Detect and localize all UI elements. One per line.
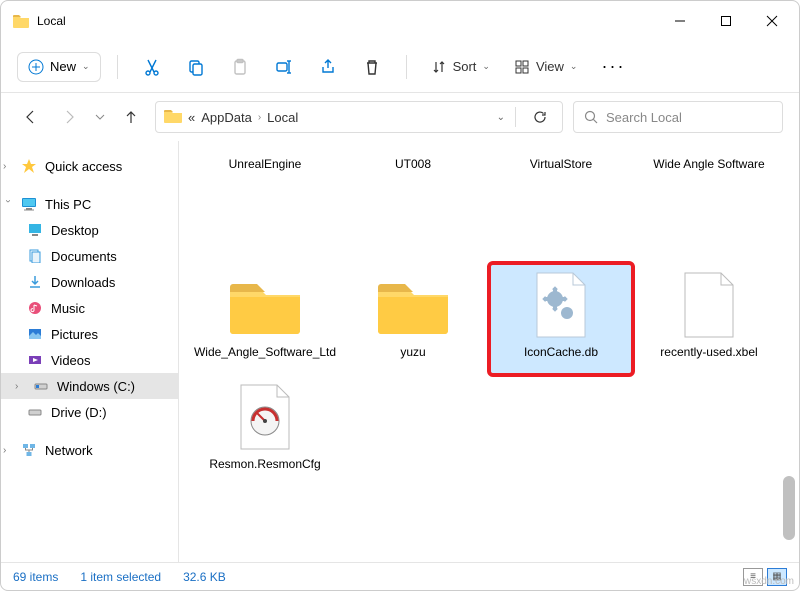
- content-pane[interactable]: UnrealEngine UT008 VirtualStore Wide Ang…: [179, 141, 799, 562]
- close-button[interactable]: [749, 1, 795, 41]
- sidebar: ›Quick access ›This PC Desktop Documents…: [1, 141, 179, 562]
- chevron-down-icon: ⌄: [82, 61, 90, 72]
- sidebar-item-music[interactable]: Music: [1, 295, 178, 321]
- titlebar[interactable]: Local: [1, 1, 799, 41]
- sidebar-item-documents[interactable]: Documents: [1, 243, 178, 269]
- recent-dropdown[interactable]: [93, 103, 107, 131]
- file-grid: UnrealEngine UT008 VirtualStore Wide Ang…: [195, 153, 783, 485]
- toolbar: New ⌄ Sort ⌄ View ⌄ ···: [1, 41, 799, 93]
- breadcrumb-segment[interactable]: AppData: [201, 110, 252, 125]
- sidebar-item-drive-d[interactable]: Drive (D:): [1, 399, 178, 425]
- settings-file-icon: [519, 269, 603, 341]
- address-bar[interactable]: « AppData › Local ⌄: [155, 101, 563, 133]
- details-view-button[interactable]: ≡: [743, 568, 763, 586]
- star-icon: [21, 158, 37, 174]
- chevron-down-icon[interactable]: ›: [3, 199, 14, 209]
- new-label: New: [50, 59, 76, 74]
- sidebar-item-downloads[interactable]: Downloads: [1, 269, 178, 295]
- chevron-right-icon[interactable]: ›: [258, 112, 261, 123]
- list-item[interactable]: Wide Angle Software: [639, 153, 779, 193]
- back-button[interactable]: [17, 103, 45, 131]
- folder-icon: [371, 269, 455, 341]
- sidebar-item-network[interactable]: ›Network: [1, 437, 178, 463]
- icons-view-button[interactable]: ▦: [767, 568, 787, 586]
- refresh-button[interactable]: [526, 103, 554, 131]
- status-bar: 69 items 1 item selected 32.6 KB ≡ ▦: [1, 562, 799, 590]
- status-selected: 1 item selected: [80, 570, 161, 584]
- sidebar-item-videos[interactable]: Videos: [1, 347, 178, 373]
- breadcrumb-segment[interactable]: Local: [267, 110, 298, 125]
- up-button[interactable]: [117, 103, 145, 131]
- scrollbar[interactable]: [783, 141, 797, 562]
- delete-button[interactable]: [354, 49, 390, 85]
- list-item[interactable]: yuzu: [343, 265, 483, 373]
- view-button[interactable]: View ⌄: [506, 53, 586, 81]
- explorer-window: Local New ⌄ Sort ⌄ View ⌄ ···: [0, 0, 800, 591]
- documents-icon: [27, 248, 43, 264]
- more-button[interactable]: ···: [593, 50, 633, 83]
- list-item[interactable]: VirtualStore: [491, 153, 631, 193]
- list-item[interactable]: Resmon.ResmonCfg: [195, 377, 335, 485]
- share-button[interactable]: [310, 49, 346, 85]
- gauge-file-icon: [223, 381, 307, 453]
- status-size: 32.6 KB: [183, 570, 226, 584]
- music-icon: [27, 300, 43, 316]
- sort-button[interactable]: Sort ⌄: [423, 53, 498, 81]
- list-item[interactable]: UnrealEngine: [195, 153, 335, 193]
- copy-button[interactable]: [178, 49, 214, 85]
- chevron-right-icon[interactable]: ›: [15, 381, 25, 392]
- window-controls: [657, 1, 795, 41]
- desktop-icon: [27, 222, 43, 238]
- forward-button[interactable]: [55, 103, 83, 131]
- file-icon: [667, 269, 751, 341]
- sidebar-item-windows-c[interactable]: ›Windows (C:): [1, 373, 178, 399]
- search-placeholder: Search Local: [606, 110, 682, 125]
- sidebar-item-pictures[interactable]: Pictures: [1, 321, 178, 347]
- separator: [406, 55, 407, 79]
- downloads-icon: [27, 274, 43, 290]
- breadcrumb-pre: «: [188, 110, 195, 125]
- list-item-selected[interactable]: IconCache.db: [491, 265, 631, 373]
- folder-icon: [13, 14, 29, 28]
- pc-icon: [21, 196, 37, 212]
- rename-button[interactable]: [266, 49, 302, 85]
- list-item[interactable]: recently-used.xbel: [639, 265, 779, 373]
- paste-button[interactable]: [222, 49, 258, 85]
- maximize-button[interactable]: [703, 1, 749, 41]
- list-item[interactable]: UT008: [343, 153, 483, 193]
- network-icon: [21, 442, 37, 458]
- sidebar-item-this-pc[interactable]: ›This PC: [1, 191, 178, 217]
- minimize-button[interactable]: [657, 1, 703, 41]
- videos-icon: [27, 352, 43, 368]
- search-box[interactable]: Search Local: [573, 101, 783, 133]
- view-label: View: [536, 59, 564, 74]
- chevron-down-icon: ⌄: [570, 61, 578, 72]
- cut-button[interactable]: [134, 49, 170, 85]
- folder-icon: [223, 269, 307, 341]
- status-count: 69 items: [13, 570, 58, 584]
- body: ›Quick access ›This PC Desktop Documents…: [1, 141, 799, 562]
- pictures-icon: [27, 326, 43, 342]
- chevron-right-icon[interactable]: ›: [3, 445, 13, 456]
- drive-icon: [33, 378, 49, 394]
- window-title: Local: [37, 14, 657, 28]
- chevron-down-icon: ⌄: [482, 61, 490, 72]
- search-icon: [584, 110, 598, 124]
- list-item[interactable]: Wide_Angle_Software_Ltd: [195, 265, 335, 373]
- scrollbar-thumb[interactable]: [783, 476, 795, 540]
- chevron-right-icon[interactable]: ›: [3, 161, 13, 172]
- sort-label: Sort: [453, 59, 477, 74]
- drive-icon: [27, 404, 43, 420]
- navbar: « AppData › Local ⌄ Search Local: [1, 93, 799, 141]
- folder-icon: [164, 108, 182, 127]
- sidebar-item-desktop[interactable]: Desktop: [1, 217, 178, 243]
- address-dropdown[interactable]: ⌄: [497, 112, 505, 123]
- separator: [117, 55, 118, 79]
- sidebar-item-quick-access[interactable]: ›Quick access: [1, 153, 178, 179]
- new-button[interactable]: New ⌄: [17, 52, 101, 82]
